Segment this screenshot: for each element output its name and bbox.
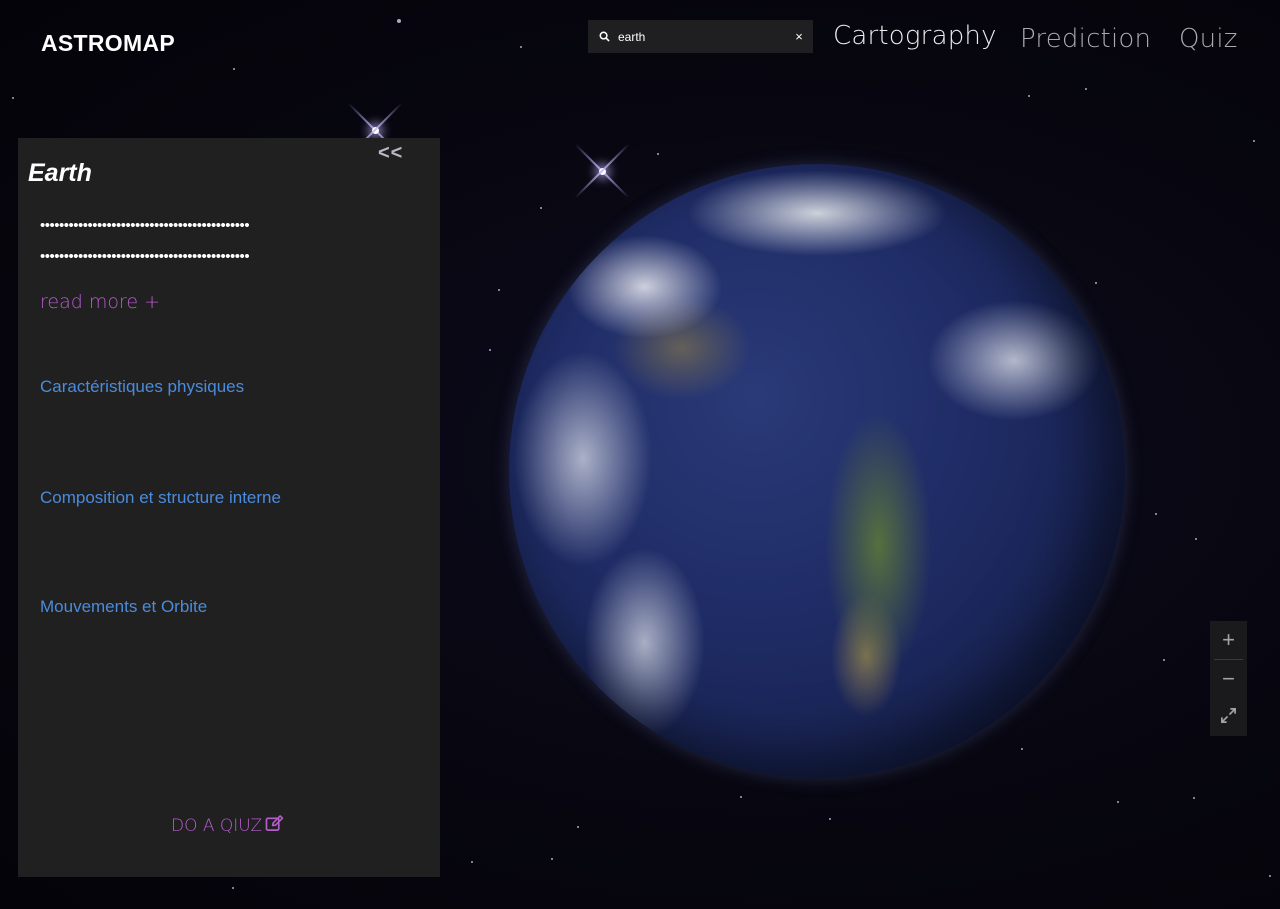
do-quiz-label: DO A QIUZ: [171, 816, 263, 836]
section-link-orbit[interactable]: Mouvements et Orbite: [40, 597, 207, 617]
search-icon: [590, 31, 618, 42]
map-zoom-controls: + −: [1210, 621, 1247, 736]
nav-quiz[interactable]: Quiz: [1179, 24, 1238, 54]
section-link-composition[interactable]: Composition et structure interne: [40, 488, 281, 508]
read-more-link[interactable]: read more +: [40, 291, 160, 313]
description-line: ••••••••••••••••••••••••••••••••••••••••…: [40, 249, 250, 265]
section-link-physical[interactable]: Caractéristiques physiques: [40, 377, 244, 397]
nav-prediction[interactable]: Prediction: [1020, 24, 1151, 54]
fullscreen-button[interactable]: [1210, 698, 1247, 736]
nav-cartography[interactable]: Cartography: [833, 21, 997, 51]
edit-icon: [265, 815, 284, 837]
clear-search-button[interactable]: ×: [785, 29, 813, 44]
zoom-in-button[interactable]: +: [1210, 621, 1247, 659]
search-input[interactable]: [618, 29, 785, 44]
earth-globe[interactable]: [509, 164, 1125, 778]
info-panel: << Earth •••••••••••••••••••••••••••••••…: [18, 138, 440, 877]
description-line: ••••••••••••••••••••••••••••••••••••••••…: [40, 218, 250, 234]
planet-title: Earth: [28, 159, 92, 187]
expand-icon: [1220, 704, 1237, 730]
app-logo[interactable]: ASTROMAP: [41, 30, 175, 57]
search-bar: ×: [588, 20, 813, 53]
do-quiz-button[interactable]: DO A QIUZ: [171, 815, 284, 837]
collapse-panel-button[interactable]: <<: [378, 142, 403, 165]
zoom-out-button[interactable]: −: [1210, 660, 1247, 698]
